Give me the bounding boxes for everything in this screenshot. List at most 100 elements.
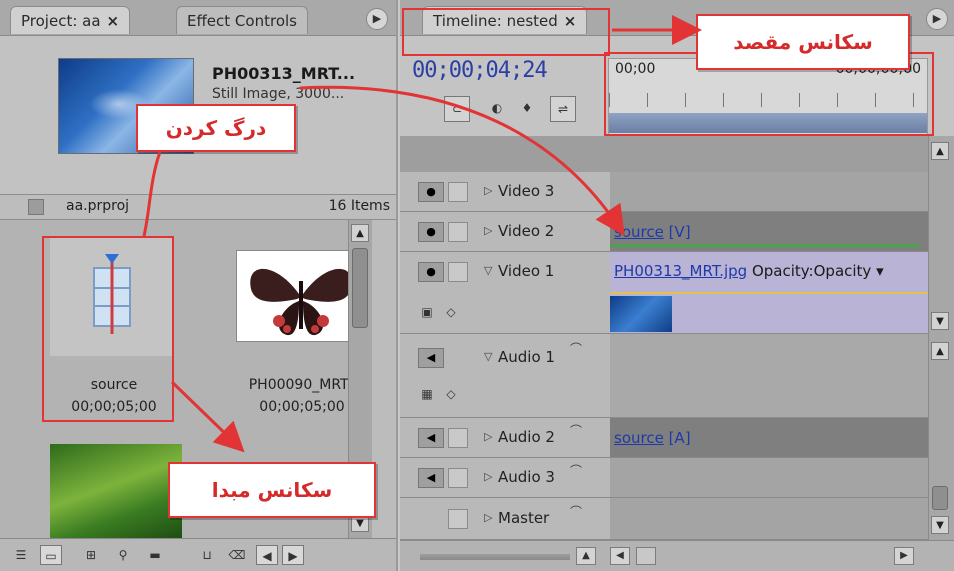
track-name: Audio 3 [498,468,555,486]
waveform-icon[interactable]: ▦ [416,384,438,404]
track-header: ● ▽ Video 1 ▣ ◇ [400,252,610,334]
keyframe-icon[interactable]: ♦ [514,96,540,122]
lock-toggle[interactable] [448,182,468,202]
preview-clip-name: PH00313_MRT... [212,64,356,83]
track-name: Master [498,509,550,527]
lock-toggle[interactable] [448,222,468,242]
track-video-2: ● ▷ Video 2 source [V] [400,212,928,252]
sequence-marker-icon[interactable]: ⇌ [550,96,576,122]
clip-name: source [614,429,664,447]
track-body[interactable] [610,498,928,540]
clip-suffix: [V] [663,223,691,241]
current-timecode[interactable]: 00;00;04;24 [412,58,548,83]
eye-icon[interactable]: ● [418,222,444,242]
track-body[interactable]: source [V] [610,212,928,252]
track-body[interactable] [610,172,928,212]
track-header: ● ▷ Video 2 [400,212,610,252]
icon-view-icon[interactable]: ▭ [40,545,62,565]
premiere-workspace: Project: aa × Effect Controls ▶ PH00313_M… [0,0,954,571]
track-header: ◀ ▽ Audio 1 ⌒ ▦ ◇ [400,334,610,418]
track-header: ◀ ▷ Audio 3 ⌒ [400,458,610,498]
display-style-icon[interactable]: ▣ [416,302,438,322]
sync-icon: ⌒ [570,464,583,478]
expand-icon[interactable]: ▷ [484,511,492,524]
timeline-spacer [400,136,928,172]
video-scrollbar[interactable]: ▲ ▼ [928,136,954,336]
eye-icon[interactable]: ● [418,262,444,282]
expand-icon[interactable]: ▷ [484,430,492,443]
tab-close-icon[interactable]: × [107,12,120,30]
keyframes-icon[interactable]: ◇ [440,302,462,322]
clip-ph00313[interactable]: PH00313_MRT.jpg Opacity:Opacity ▾ [610,256,928,286]
track-master: ▷ Master ⌒ [400,498,928,540]
new-bin-icon[interactable]: ▬ [144,545,166,565]
clip-suffix: [A] [663,429,691,447]
scroll-down-icon[interactable]: ▼ [931,312,949,330]
clip-source-video[interactable]: source [V] [610,217,920,247]
scroll-up-icon[interactable]: ▲ [931,142,949,160]
expand-icon[interactable]: ▷ [484,224,492,237]
tab-effect-controls-label: Effect Controls [187,12,297,30]
lock-toggle[interactable] [448,262,468,282]
scroll-left-icon[interactable]: ◀ [256,545,278,565]
project-name: aa.prproj [66,198,130,214]
scroll-right-icon[interactable]: ▶ [894,547,914,565]
project-info-bar: aa.prproj 16 Items [0,194,396,220]
lock-toggle[interactable] [448,468,468,488]
scroll-left-icon[interactable]: ◀ [610,547,630,565]
clip-source-audio[interactable]: source [A] [610,423,920,453]
timeline-bottom-bar: ▲ ◀ ▶ [400,540,954,571]
track-body[interactable] [610,458,928,498]
speaker-icon[interactable]: ◀ [418,428,444,448]
keyframes-icon[interactable]: ◇ [440,384,462,404]
track-video-3: ● ▷ Video 3 [400,172,928,212]
expand-icon[interactable]: ▷ [484,184,492,197]
collapse-icon[interactable]: ▽ [484,264,492,277]
track-name: Audio 2 [498,428,555,446]
clip-opacity-menu[interactable]: Opacity:Opacity [747,262,871,280]
butterfly-thumbnail [236,250,364,342]
list-view-icon[interactable]: ☰ [10,545,32,565]
speaker-icon[interactable]: ◀ [418,468,444,488]
track-audio-2: ◀ ▷ Audio 2 ⌒ source [A] [400,418,928,458]
clear-icon[interactable]: ⌫ [226,545,248,565]
clip-name: PH00313_MRT.jpg [614,262,748,280]
scroll-thumb[interactable] [352,248,368,328]
h-scroll-thumb[interactable] [636,547,656,565]
lock-toggle[interactable] [448,509,468,529]
new-item-icon[interactable]: ⊔ [196,545,218,565]
tab-effect-controls[interactable]: Effect Controls [176,6,308,34]
scroll-up-icon[interactable]: ▲ [931,342,949,360]
track-name: Audio 1 [498,348,555,366]
track-body[interactable] [610,334,928,418]
track-body[interactable]: source [A] [610,418,928,458]
eye-icon[interactable]: ● [418,182,444,202]
scroll-right-icon[interactable]: ▶ [282,545,304,565]
panel-menu-icon[interactable]: ▶ [366,8,388,30]
zoom-slider[interactable] [420,554,570,560]
track-header: ▷ Master ⌒ [400,498,610,540]
marker-icon[interactable]: ◐ [484,96,510,122]
scroll-down-icon[interactable]: ▼ [931,516,949,534]
sync-icon: ⌒ [570,342,583,356]
collapse-icon[interactable]: ▽ [484,350,492,363]
clip-thumbnail [610,296,672,332]
zoom-in-icon[interactable]: ▲ [576,547,596,565]
panel-menu-icon[interactable]: ▶ [926,8,948,30]
automate-icon[interactable]: ⊞ [80,545,102,565]
source-sequence-label: سکانس مبدا [168,462,376,518]
scroll-up-icon[interactable]: ▲ [351,224,369,242]
lock-toggle[interactable] [448,428,468,448]
find-icon[interactable]: ⚲ [112,545,134,565]
butterfly-image-icon [250,268,352,336]
snap-icon[interactable]: ⊂ [444,96,470,122]
opacity-line[interactable] [610,292,928,294]
track-body[interactable]: PH00313_MRT.jpg Opacity:Opacity ▾ [610,252,928,334]
audio-scrollbar[interactable]: ▲ ▼ [928,336,954,540]
sync-icon: ⌒ [570,424,583,438]
tab-project[interactable]: Project: aa × [10,6,131,34]
expand-icon[interactable]: ▷ [484,470,492,483]
scroll-thumb[interactable] [932,486,948,510]
track-name: Video 3 [498,182,555,200]
speaker-icon[interactable]: ◀ [418,348,444,368]
